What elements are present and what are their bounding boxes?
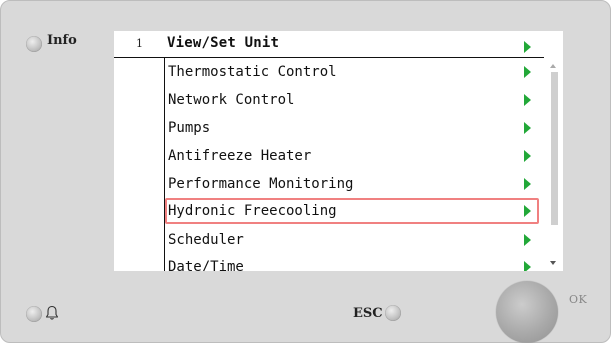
menu-item-hydronic-freecooling[interactable]: Hydronic Freecooling [165,198,539,224]
menu-title: View/Set Unit [167,35,280,51]
menu-scrollbar[interactable] [547,58,561,271]
esc-button[interactable] [384,305,401,321]
menu-item-label: Scheduler [168,232,244,248]
scroll-up-icon[interactable] [550,64,556,68]
esc-label: ESC [353,305,383,321]
right-arrow-icon [524,122,531,134]
bell-icon [45,305,59,320]
right-arrow-icon [524,261,531,271]
menu-item-label: Network Control [168,92,295,108]
menu-item-label: Hydronic Freecooling [168,203,337,219]
right-arrow-icon [524,66,531,78]
menu-item-label: Thermostatic Control [168,64,337,80]
info-button[interactable] [26,36,42,52]
menu-item-pumps[interactable]: Pumps [165,115,539,141]
scroll-down-icon[interactable] [550,261,556,265]
header-divider [114,57,544,58]
ok-knob[interactable] [496,281,558,343]
scrollbar-thumb[interactable] [551,72,558,225]
alarm-button[interactable] [26,306,42,322]
alarm-control[interactable] [26,305,59,322]
right-arrow-icon [524,94,531,106]
esc-control[interactable]: ESC [353,305,401,321]
info-label: Info [47,32,77,48]
menu-level-indicator: 1 [136,37,143,50]
menu-item-performance-monitoring[interactable]: Performance Monitoring [165,171,539,197]
menu-item-antifreeze-heater[interactable]: Antifreeze Heater [165,143,539,169]
menu-item-scheduler[interactable]: Scheduler [165,227,539,253]
right-arrow-icon [524,205,531,217]
right-arrow-icon [524,178,531,190]
menu-item-label: Performance Monitoring [168,176,354,192]
right-arrow-icon [524,150,531,162]
menu-item-date-time[interactable]: Date/Time [165,254,539,271]
info-control[interactable]: Info [26,32,77,52]
menu-item-network-control[interactable]: Network Control [165,87,539,113]
menu-item-thermostatic-control[interactable]: Thermostatic Control [165,59,539,85]
ok-label: OK [569,293,588,306]
menu-item-label: Antifreeze Heater [168,148,312,164]
controller-panel: Info 1 View/Set Unit Thermostatic Contro… [0,0,611,343]
menu-item-label: Date/Time [168,259,244,271]
right-arrow-icon [524,41,531,53]
menu-item-label: Pumps [168,120,211,136]
display-screen: 1 View/Set Unit Thermostatic Control Net… [114,31,563,271]
right-arrow-icon [524,234,531,246]
